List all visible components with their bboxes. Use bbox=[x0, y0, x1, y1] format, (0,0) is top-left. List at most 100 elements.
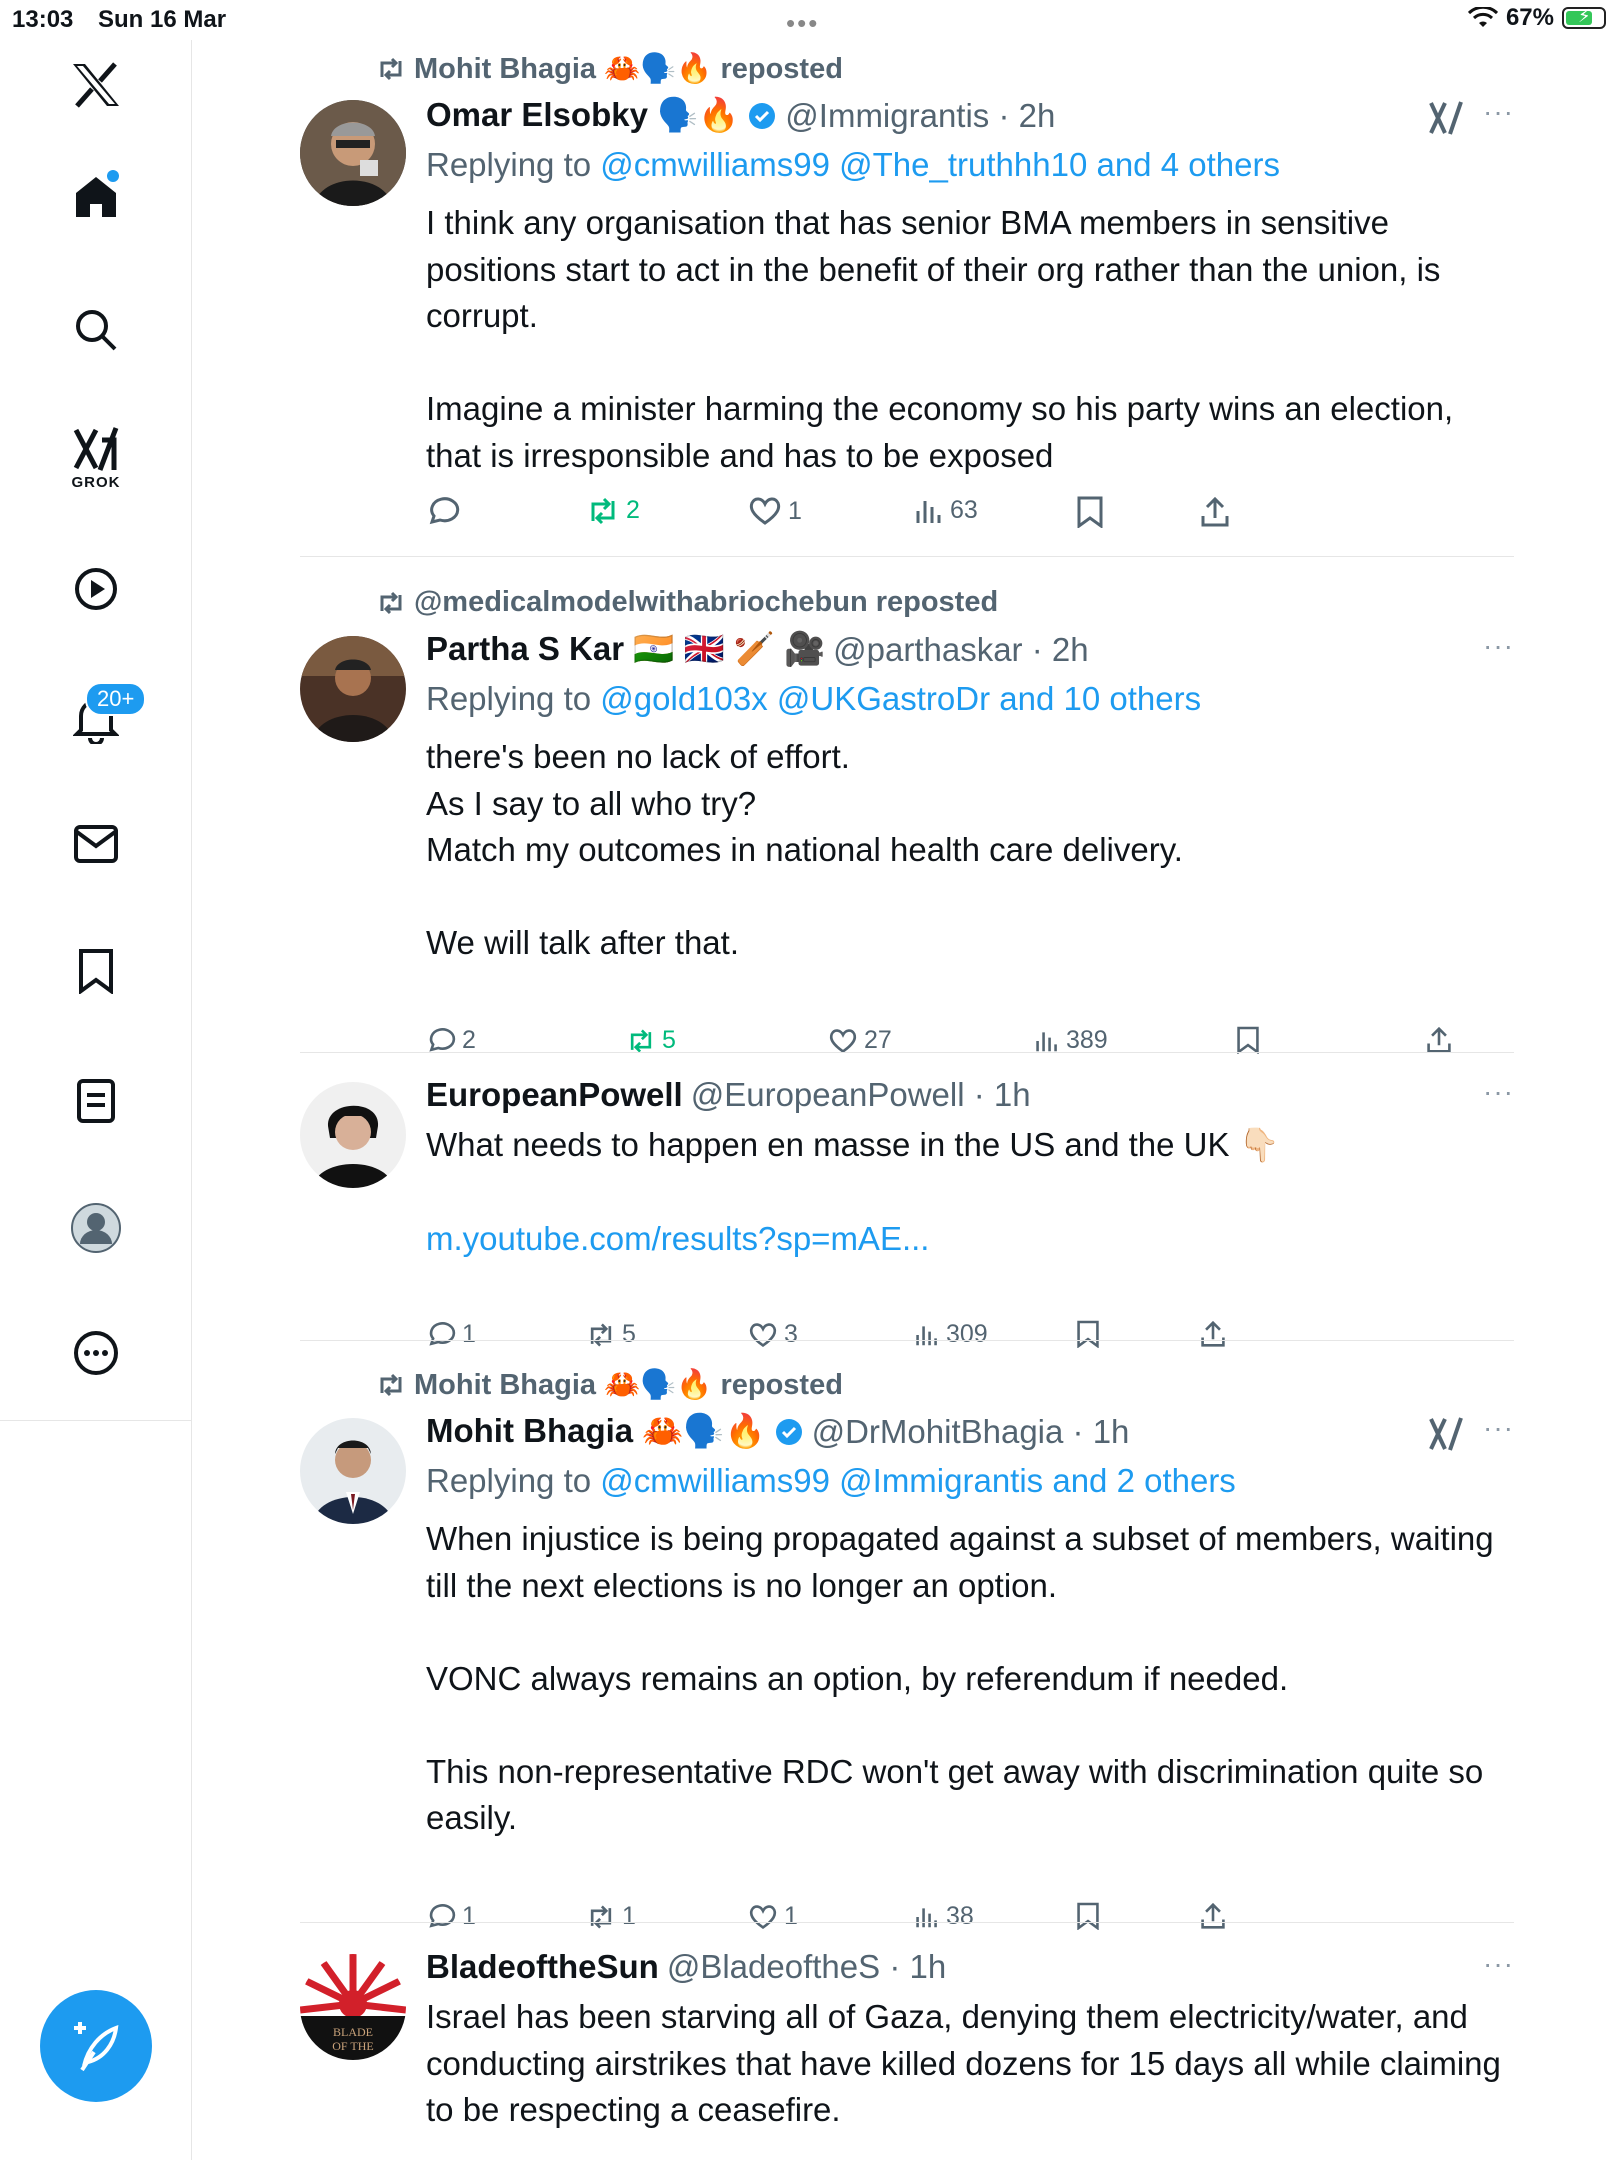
reply-button[interactable]: 2 bbox=[426, 1026, 476, 1055]
reply-icon bbox=[429, 1903, 456, 1928]
share-button[interactable] bbox=[1200, 496, 1230, 528]
views-button[interactable]: 38 bbox=[914, 1902, 974, 1931]
multitask-dots[interactable]: ••• bbox=[786, 8, 819, 39]
author-name[interactable]: Mohit Bhagia 🦀🗣️🔥 bbox=[426, 1412, 766, 1451]
avatar[interactable] bbox=[300, 1418, 406, 1524]
avatar[interactable] bbox=[300, 636, 406, 742]
reply-prefix: Replying to bbox=[426, 680, 592, 717]
grok-explain-icon[interactable] bbox=[1428, 100, 1464, 136]
author-name[interactable]: EuropeanPowell bbox=[426, 1076, 683, 1114]
author-name[interactable]: BladeoftheSun bbox=[426, 1948, 659, 1986]
author-line: EuropeanPowell @EuropeanPowell · 1h bbox=[426, 1076, 1031, 1114]
avatar[interactable] bbox=[300, 100, 406, 206]
reply-to-links[interactable]: @cmwilliams99 @The_truthhh10 and 4 other… bbox=[600, 146, 1280, 183]
repost-button[interactable]: 1 bbox=[586, 1902, 636, 1931]
bookmark-button[interactable] bbox=[1076, 1902, 1100, 1930]
author-name[interactable]: Omar Elsobky 🗣️🔥 bbox=[426, 96, 739, 135]
repost-count: 5 bbox=[662, 1026, 676, 1054]
repost-button[interactable]: 5 bbox=[586, 1320, 636, 1349]
views-button[interactable]: 63 bbox=[914, 496, 978, 525]
grok-explain-icon[interactable] bbox=[1428, 1416, 1464, 1452]
repost-by[interactable]: Mohit Bhagia 🦀🗣️🔥 bbox=[414, 1368, 712, 1402]
x-logo-icon bbox=[73, 62, 119, 108]
views-button[interactable]: 389 bbox=[1034, 1026, 1108, 1055]
heart-icon bbox=[749, 1904, 777, 1929]
nav-messages[interactable] bbox=[0, 824, 192, 864]
bookmark-button[interactable] bbox=[1076, 496, 1104, 528]
more-options-icon[interactable]: ··· bbox=[1483, 1076, 1514, 1108]
reply-button[interactable]: 1 bbox=[426, 1320, 476, 1349]
bookmark-button[interactable] bbox=[1236, 1026, 1260, 1054]
play-icon bbox=[75, 568, 117, 610]
reply-button[interactable]: 1 bbox=[426, 1902, 476, 1931]
share-button[interactable] bbox=[1200, 1320, 1226, 1348]
like-button[interactable]: 27 bbox=[828, 1026, 892, 1055]
views-icon bbox=[1036, 1031, 1057, 1051]
search-icon bbox=[76, 310, 117, 351]
nav-grok[interactable]: GROK bbox=[0, 426, 192, 491]
author-handle[interactable]: @EuropeanPowell · 1h bbox=[691, 1076, 1031, 1114]
nav-search[interactable] bbox=[0, 308, 192, 352]
nav-more[interactable] bbox=[0, 1330, 192, 1376]
nav-lists[interactable] bbox=[0, 1078, 192, 1124]
author-handle[interactable]: @DrMohitBhagia · 1h bbox=[812, 1413, 1130, 1451]
like-button[interactable]: 3 bbox=[748, 1320, 798, 1349]
share-button[interactable] bbox=[1200, 1902, 1226, 1930]
post-divider bbox=[300, 1052, 1514, 1053]
more-options-icon[interactable]: ··· bbox=[1483, 1948, 1514, 1980]
compose-button[interactable] bbox=[40, 1990, 152, 2102]
post-link[interactable]: m.youtube.com/results?sp=mAE... bbox=[426, 1216, 1506, 1263]
repost-icon bbox=[630, 1028, 652, 1053]
more-options-icon[interactable]: ··· bbox=[1483, 630, 1514, 662]
repost-by[interactable]: @medicalmodelwithabriochebun bbox=[414, 586, 868, 619]
sidebar: GROK 20+ bbox=[0, 40, 192, 2160]
repost-indicator: Mohit Bhagia 🦀🗣️🔥 reposted bbox=[376, 1368, 843, 1402]
views-button[interactable]: 309 bbox=[914, 1320, 988, 1349]
repost-by[interactable]: Mohit Bhagia 🦀🗣️🔥 bbox=[414, 52, 712, 86]
post-text: I think any organisation that has senior… bbox=[426, 204, 1454, 474]
avatar[interactable]: BLADE OF THE bbox=[300, 1954, 406, 2060]
reply-to-links[interactable]: @gold103x @UKGastroDr and 10 others bbox=[600, 680, 1201, 717]
nav-video[interactable] bbox=[0, 566, 192, 612]
avatar[interactable] bbox=[300, 1082, 406, 1188]
author-name[interactable]: Partha S Kar 🇮🇳 🇬🇧 🏏 🎥 bbox=[426, 630, 825, 669]
more-options-icon[interactable]: ··· bbox=[1483, 1412, 1514, 1444]
nav-notifications[interactable]: 20+ bbox=[0, 682, 192, 744]
reply-to-links[interactable]: @cmwilliams99 @Immigrantis and 2 others bbox=[600, 1462, 1236, 1499]
verified-badge-icon bbox=[749, 102, 776, 129]
like-button[interactable]: 1 bbox=[748, 1902, 798, 1931]
author-handle[interactable]: @BladeoftheS · 1h bbox=[667, 1948, 946, 1986]
bookmark-icon bbox=[79, 949, 113, 994]
repost-count: 2 bbox=[626, 496, 640, 524]
more-options-icon[interactable]: ··· bbox=[1483, 96, 1514, 128]
share-button[interactable] bbox=[1426, 1026, 1452, 1054]
reply-count: 2 bbox=[462, 1026, 476, 1054]
reply-button[interactable] bbox=[426, 496, 466, 528]
post-link-text[interactable]: m.youtube.com/results?sp=mAE... bbox=[426, 1220, 929, 1257]
post-text: What needs to happen en masse in the US … bbox=[426, 1126, 1280, 1163]
repost-icon bbox=[380, 1373, 402, 1397]
bookmark-icon bbox=[1237, 1026, 1259, 1054]
nav-bookmarks[interactable] bbox=[0, 948, 192, 994]
share-icon bbox=[1201, 496, 1229, 527]
like-count: 3 bbox=[784, 1320, 798, 1348]
reply-count: 1 bbox=[462, 1902, 476, 1930]
nav-profile[interactable] bbox=[0, 1202, 192, 1254]
nav-home[interactable] bbox=[0, 170, 192, 220]
author-handle[interactable]: @parthaskar · 2h bbox=[833, 631, 1088, 669]
reply-prefix: Replying to bbox=[426, 1462, 592, 1499]
bookmark-button[interactable] bbox=[1076, 1320, 1100, 1348]
reply-icon bbox=[429, 497, 460, 525]
repost-count: 1 bbox=[622, 1902, 636, 1930]
bookmark-icon bbox=[1077, 1902, 1099, 1930]
repost-button[interactable]: 5 bbox=[626, 1026, 676, 1055]
bookmark-icon bbox=[1077, 496, 1103, 528]
author-handle[interactable]: @Immigrantis · 2h bbox=[785, 97, 1055, 135]
reply-context: Replying to @cmwilliams99 @The_truthhh10… bbox=[426, 146, 1280, 184]
repost-icon bbox=[380, 57, 402, 81]
author-line: Omar Elsobky 🗣️🔥 @Immigrantis · 2h bbox=[426, 96, 1055, 135]
x-logo[interactable] bbox=[0, 62, 192, 108]
repost-button[interactable]: 2 bbox=[586, 496, 640, 525]
heart-icon bbox=[829, 1028, 857, 1053]
like-button[interactable]: 1 bbox=[748, 496, 802, 526]
